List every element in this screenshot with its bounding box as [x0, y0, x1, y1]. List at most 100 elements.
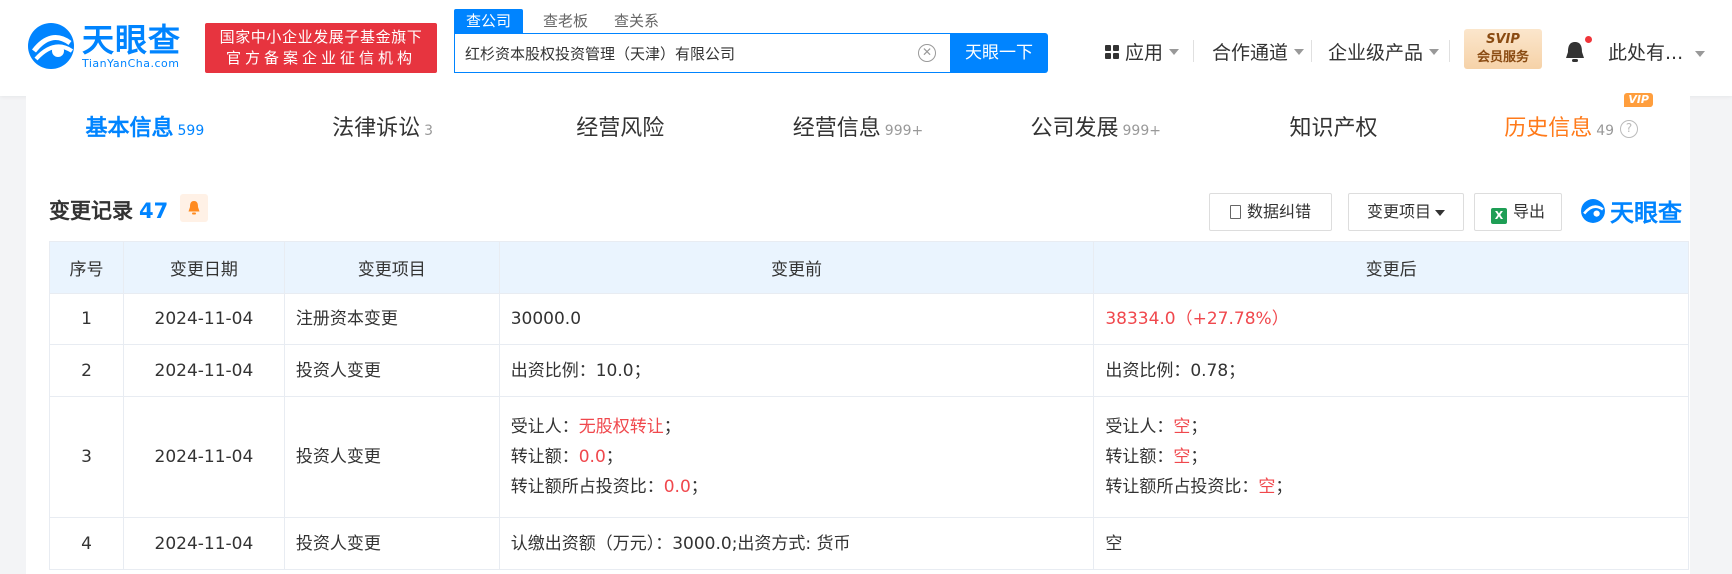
user-name: 此处有...: [1608, 42, 1684, 64]
cell-date: 2024-11-04: [122, 293, 285, 345]
search-box: ✕: [454, 33, 950, 73]
notification-bell-icon[interactable]: [1564, 40, 1586, 64]
cell-no: 3: [49, 396, 124, 518]
nav-divider: [1449, 40, 1450, 62]
cell-before: 出资比例：10.0；: [498, 344, 1095, 397]
chevron-down-icon: [1695, 50, 1706, 57]
subscribe-bell-button[interactable]: [180, 194, 208, 222]
company-info-tabs: 基本信息 599 法律诉讼 3 经营风险 经营信息 999+ 公司发展 999+ 知识产…: [26, 93, 1690, 162]
tab-litigation[interactable]: 法律诉讼 3: [264, 96, 502, 162]
tab-count: 3: [424, 123, 434, 139]
site-logo[interactable]: 天眼查 TianYanCha.com: [26, 21, 181, 71]
logo-domain: TianYanCha.com: [82, 56, 180, 70]
nav-apps-label: 应用: [1125, 42, 1164, 64]
col-header-before: 变更前: [498, 241, 1095, 294]
brand-text: 天眼查: [1610, 199, 1682, 227]
col-header-after: 变更后: [1093, 241, 1689, 294]
tab-count: 999+: [1122, 123, 1161, 139]
excel-icon: X: [1490, 208, 1507, 224]
svip-subtitle: 会员服务: [1476, 50, 1529, 65]
bell-icon: [188, 201, 200, 215]
tab-label: 经营风险: [576, 116, 665, 141]
change-record-table: 序号 变更日期 变更项目 变更前 变更后 1 2024-11-04 注册资本变更…: [49, 241, 1689, 570]
nav-enterprise-label: 企业级产品: [1328, 42, 1424, 64]
help-icon[interactable]: ?: [1620, 120, 1639, 138]
data-correction-label: 数据纠错: [1246, 202, 1311, 221]
tab-basic-info[interactable]: 基本信息 599: [26, 96, 264, 162]
brand-watermark: 天眼查: [1580, 193, 1682, 228]
nav-channels-label: 合作通道: [1212, 42, 1289, 64]
nav-apps[interactable]: 应用: [1105, 38, 1180, 65]
search-tab-company[interactable]: 查公司: [454, 9, 524, 33]
logo-text: 天眼查: [82, 20, 182, 59]
cell-item: 投资人变更: [283, 344, 500, 397]
caret-down-icon: [1435, 209, 1445, 216]
clear-icon[interactable]: ✕: [918, 44, 936, 62]
change-item-filter[interactable]: 变更项目: [1348, 193, 1464, 231]
export-button[interactable]: X 导出: [1474, 193, 1562, 231]
table-header-row: 序号 变更日期 变更项目 变更前 变更后: [49, 241, 1689, 294]
search-tab-boss[interactable]: 查老板: [543, 9, 588, 33]
nav-enterprise[interactable]: 企业级产品: [1328, 38, 1440, 65]
tab-label: 知识产权: [1289, 116, 1378, 141]
search-tab-relation[interactable]: 查关系: [614, 9, 659, 33]
top-header: 天眼查 TianYanCha.com 国家中小企业发展子基金旗下 官方备案企业征…: [0, 0, 1732, 96]
before-line: 受让人：无股权转让；: [510, 417, 681, 437]
data-correction-button[interactable]: 数据纠错: [1209, 193, 1332, 231]
before-line: 转让额所占投资比：0.0；: [510, 477, 708, 497]
search-button[interactable]: 天眼一下: [950, 33, 1048, 73]
nav-divider: [1193, 40, 1194, 62]
cell-date: 2024-11-04: [122, 396, 285, 518]
tab-label: 公司发展: [1030, 116, 1119, 141]
col-header-item: 变更项目: [283, 241, 500, 294]
chevron-down-icon: [1429, 48, 1440, 55]
tab-business-risk[interactable]: 经营风险: [501, 96, 739, 162]
cell-after: 出资比例：0.78；: [1093, 344, 1689, 397]
cell-item: 注册资本变更: [283, 293, 500, 345]
cell-no: 4: [49, 517, 124, 570]
vip-badge: VIP: [1624, 93, 1653, 107]
tab-label: 基本信息: [85, 116, 174, 141]
cell-date: 2024-11-04: [122, 344, 285, 397]
tab-history-info[interactable]: VIP 历史信息 49?: [1452, 93, 1690, 162]
tab-intellectual-property[interactable]: 知识产权: [1215, 96, 1453, 162]
tab-company-development[interactable]: 公司发展 999+: [977, 96, 1215, 162]
cell-after: 空: [1093, 517, 1689, 570]
section-count: 47: [139, 199, 169, 223]
chevron-down-icon: [1294, 48, 1305, 55]
slogan-line-2: 官方备案企业征信机构: [225, 49, 416, 67]
tab-count: 599: [177, 123, 205, 139]
after-line: 转让额所占投资比：空；: [1105, 477, 1293, 497]
export-label: 导出: [1512, 202, 1545, 221]
search-mode-tabs: 查公司 查老板 查关系: [454, 9, 685, 33]
tab-label: 历史信息: [1504, 116, 1593, 141]
cell-before: 受让人：无股权转让； 转让额：0.0； 转让额所占投资比：0.0；: [498, 396, 1095, 518]
user-menu[interactable]: 此处有...: [1608, 38, 1706, 65]
after-line: 转让额：空；: [1105, 447, 1208, 467]
logo-eye-icon: [1581, 198, 1605, 223]
cell-after: 38334.0（+27.78%）: [1093, 293, 1689, 345]
table-row: 1 2024-11-04 注册资本变更 30000.0 38334.0（+27.…: [49, 293, 1689, 345]
col-header-no: 序号: [49, 241, 124, 294]
nav-channels[interactable]: 合作通道: [1212, 38, 1305, 65]
slogan-badge: 国家中小企业发展子基金旗下 官方备案企业征信机构: [205, 23, 437, 73]
tab-business-info[interactable]: 经营信息 999+: [739, 96, 977, 162]
cell-no: 1: [49, 293, 124, 345]
chevron-down-icon: [1169, 48, 1180, 55]
section-title-text: 变更记录: [49, 199, 133, 223]
svip-label: SVIP: [1486, 32, 1520, 47]
tab-label: 经营信息: [792, 116, 881, 141]
table-row: 3 2024-11-04 投资人变更 受让人：无股权转让； 转让额：0.0； 转…: [49, 396, 1689, 518]
tab-count: 49: [1596, 123, 1615, 139]
svip-button[interactable]: SVIP 会员服务: [1464, 29, 1542, 69]
slogan-line-1: 国家中小企业发展子基金旗下: [219, 28, 423, 46]
table-row: 2 2024-11-04 投资人变更 出资比例：10.0； 出资比例：0.78；: [49, 344, 1689, 397]
change-item-filter-label: 变更项目: [1366, 202, 1431, 221]
tab-label: 法律诉讼: [332, 116, 421, 141]
table-row: 4 2024-11-04 投资人变更 认缴出资额（万元）：3000.0;出资方式…: [49, 517, 1689, 570]
search-input[interactable]: [455, 34, 895, 72]
notification-dot: [1585, 36, 1592, 43]
after-line: 受让人：空；: [1105, 417, 1208, 437]
cell-before: 认缴出资额（万元）：3000.0;出资方式: 货币: [498, 517, 1095, 570]
document-edit-icon: [1229, 205, 1241, 219]
